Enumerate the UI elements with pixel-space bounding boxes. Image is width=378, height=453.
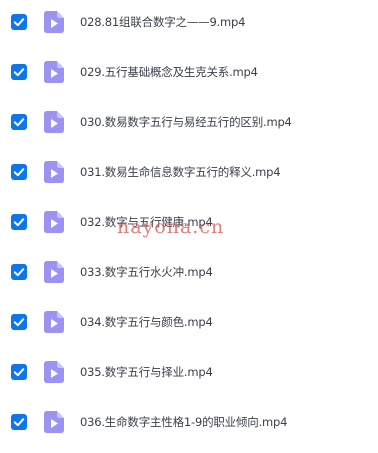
video-file-icon	[44, 61, 64, 83]
list-item[interactable]: 033.数字五行水火冲.mp4	[0, 257, 378, 287]
video-file-icon	[44, 361, 64, 383]
checkbox-checked[interactable]	[11, 64, 27, 80]
watermark: nayona.cn	[117, 216, 225, 238]
video-file-icon	[44, 211, 64, 233]
list-item[interactable]: 028.81组联合数字之——9.mp4	[0, 7, 378, 37]
file-name: 029.五行基础概念及生克关系.mp4	[80, 65, 258, 79]
checkbox-checked[interactable]	[11, 364, 27, 380]
file-name: 035.数字五行与择业.mp4	[80, 365, 213, 379]
checkbox-checked[interactable]	[11, 14, 27, 30]
list-item[interactable]: 030.数易数字五行与易经五行的区别.mp4	[0, 107, 378, 137]
list-item[interactable]: 034.数字五行与颜色.mp4	[0, 307, 378, 337]
checkmark-icon	[13, 368, 25, 377]
checkbox-checked[interactable]	[11, 164, 27, 180]
file-name: 028.81组联合数字之——9.mp4	[80, 15, 246, 29]
checkmark-icon	[13, 418, 25, 427]
file-name: 034.数字五行与颜色.mp4	[80, 315, 213, 329]
checkmark-icon	[13, 168, 25, 177]
file-name: 031.数易生命信息数字五行的释义.mp4	[80, 165, 281, 179]
checkmark-icon	[13, 18, 25, 27]
file-name: 033.数字五行水火冲.mp4	[80, 265, 213, 279]
video-file-icon	[44, 111, 64, 133]
video-file-icon	[44, 411, 64, 433]
video-file-icon	[44, 311, 64, 333]
checkmark-icon	[13, 318, 25, 327]
video-file-icon	[44, 261, 64, 283]
list-item[interactable]: 035.数字五行与择业.mp4	[0, 357, 378, 387]
checkmark-icon	[13, 218, 25, 227]
checkmark-icon	[13, 68, 25, 77]
checkbox-checked[interactable]	[11, 314, 27, 330]
checkmark-icon	[13, 118, 25, 127]
file-name: 030.数易数字五行与易经五行的区别.mp4	[80, 115, 292, 129]
file-name: 036.生命数字主性格1-9的职业倾向.mp4	[80, 415, 288, 429]
checkbox-checked[interactable]	[11, 114, 27, 130]
checkbox-checked[interactable]	[11, 414, 27, 430]
checkmark-icon	[13, 268, 25, 277]
video-file-icon	[44, 161, 64, 183]
checkbox-checked[interactable]	[11, 264, 27, 280]
list-item[interactable]: 036.生命数字主性格1-9的职业倾向.mp4	[0, 407, 378, 437]
video-file-icon	[44, 11, 64, 33]
checkbox-checked[interactable]	[11, 214, 27, 230]
list-item[interactable]: 029.五行基础概念及生克关系.mp4	[0, 57, 378, 87]
list-item[interactable]: 031.数易生命信息数字五行的释义.mp4	[0, 157, 378, 187]
